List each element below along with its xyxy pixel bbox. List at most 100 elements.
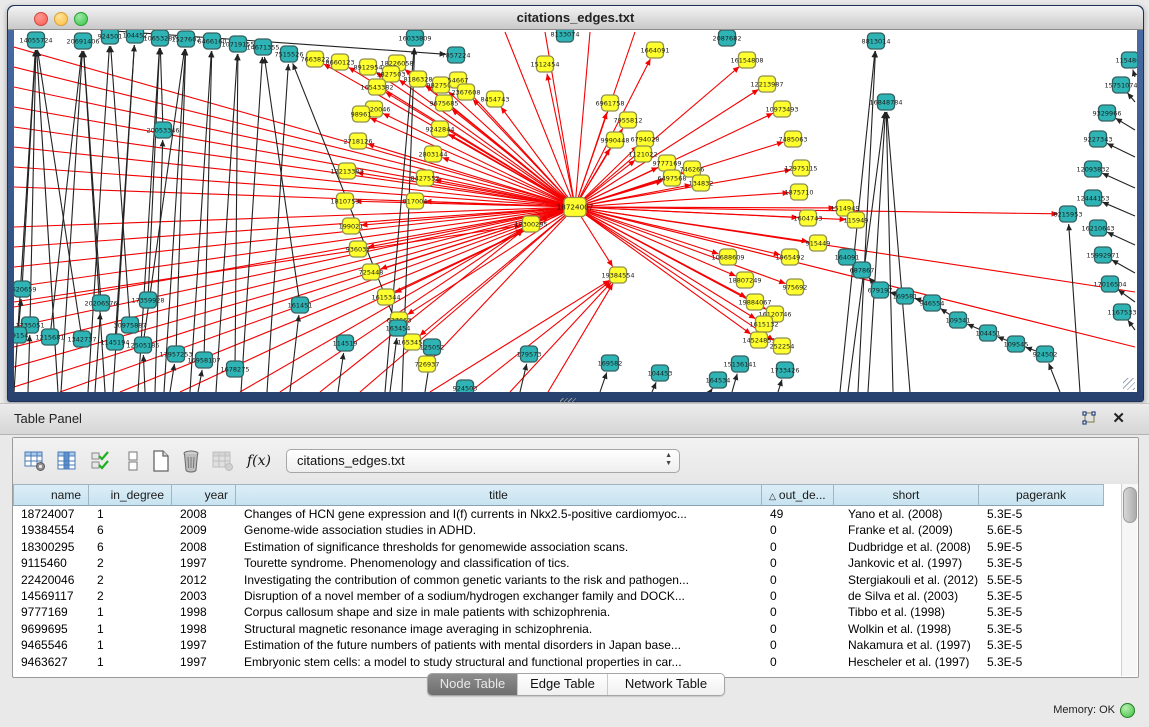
table-cell-short[interactable]: Stergiakouli et al. (2012) xyxy=(834,572,979,588)
table-cell-pagerank[interactable]: 5.9E-5 xyxy=(979,539,1104,555)
table-cell-title[interactable]: Disruption of a novel member of a sodium… xyxy=(236,588,762,604)
table-row[interactable]: 2242004622012Investigating the contribut… xyxy=(13,572,1122,588)
table-cell-title[interactable]: Genome-wide association studies in ADHD. xyxy=(236,522,762,538)
table-cell-short[interactable]: Dudbridge et al. (2008) xyxy=(834,539,979,555)
table-row[interactable]: 1872400712008Changes of HCN gene express… xyxy=(13,506,1122,522)
table-cell-year[interactable]: 2008 xyxy=(172,506,236,522)
table-cell-out_de[interactable]: 0 xyxy=(762,572,834,588)
tab-network-table[interactable]: Network Table xyxy=(608,674,724,695)
table-cell-in_degree[interactable]: 1 xyxy=(89,506,172,522)
table-cell-pagerank[interactable]: 5.3E-5 xyxy=(979,654,1104,670)
table-cell-in_degree[interactable]: 1 xyxy=(89,621,172,637)
table-vertical-scrollbar[interactable] xyxy=(1121,484,1137,676)
delete-table-icon[interactable] xyxy=(209,447,237,475)
column-header-out_de[interactable]: △out_de... xyxy=(762,484,834,506)
table-cell-out_de[interactable]: 0 xyxy=(762,637,834,653)
tab-edge-table[interactable]: Edge Table xyxy=(518,674,608,695)
table-cell-name[interactable]: 9699695 xyxy=(13,621,89,637)
table-row[interactable]: 1456911722003Disruption of a novel membe… xyxy=(13,588,1122,604)
table-cell-short[interactable]: Jankovic et al. (1997) xyxy=(834,555,979,571)
table-cell-name[interactable]: 9465546 xyxy=(13,637,89,653)
table-cell-pagerank[interactable]: 5.3E-5 xyxy=(979,506,1104,522)
table-cell-title[interactable]: Tourette syndrome. Phenomenology and cla… xyxy=(236,555,762,571)
table-cell-out_de[interactable]: 0 xyxy=(762,588,834,604)
table-row[interactable]: 946554611997Estimation of the future num… xyxy=(13,637,1122,653)
table-cell-out_de[interactable]: 0 xyxy=(762,522,834,538)
table-cell-in_degree[interactable]: 1 xyxy=(89,654,172,670)
table-cell-short[interactable]: Tibbo et al. (1998) xyxy=(834,604,979,620)
table-cell-title[interactable]: Corpus callosum shape and size in male p… xyxy=(236,604,762,620)
table-cell-year[interactable]: 1997 xyxy=(172,637,236,653)
table-cell-name[interactable]: 19384554 xyxy=(13,522,89,538)
table-cell-name[interactable]: 9777169 xyxy=(13,604,89,620)
table-cell-name[interactable]: 18724007 xyxy=(13,506,89,522)
table-cell-short[interactable]: Franke et al. (2009) xyxy=(834,522,979,538)
table-cell-year[interactable]: 2009 xyxy=(172,522,236,538)
table-cell-in_degree[interactable]: 2 xyxy=(89,588,172,604)
table-cell-in_degree[interactable]: 2 xyxy=(89,572,172,588)
table-cell-year[interactable]: 1998 xyxy=(172,604,236,620)
table-cell-in_degree[interactable]: 6 xyxy=(89,522,172,538)
table-cell-name[interactable]: 9115460 xyxy=(13,555,89,571)
table-cell-short[interactable]: de Silva et al. (2003) xyxy=(834,588,979,604)
table-columns-icon[interactable] xyxy=(53,447,81,475)
table-cell-out_de[interactable]: 49 xyxy=(762,506,834,522)
table-cell-title[interactable]: Structural magnetic resonance image aver… xyxy=(236,621,762,637)
table-cell-year[interactable]: 1997 xyxy=(172,555,236,571)
table-cell-out_de[interactable]: 0 xyxy=(762,539,834,555)
table-cell-short[interactable]: Nakamura et al. (1997) xyxy=(834,637,979,653)
table-cell-out_de[interactable]: 0 xyxy=(762,621,834,637)
table-cell-year[interactable]: 2012 xyxy=(172,572,236,588)
table-cell-pagerank[interactable]: 5.6E-5 xyxy=(979,522,1104,538)
select-rows-icon[interactable] xyxy=(87,447,115,475)
table-cell-in_degree[interactable]: 6 xyxy=(89,539,172,555)
table-row[interactable]: 1830029562008Estimation of significance … xyxy=(13,539,1122,555)
table-cell-name[interactable]: 14569117 xyxy=(13,588,89,604)
new-document-icon[interactable] xyxy=(147,447,175,475)
column-header-title[interactable]: title xyxy=(236,484,762,506)
column-header-pagerank[interactable]: pagerank xyxy=(979,484,1104,506)
close-panel-icon[interactable]: ✕ xyxy=(1112,409,1125,427)
table-cell-in_degree[interactable]: 1 xyxy=(89,637,172,653)
table-cell-pagerank[interactable]: 5.5E-5 xyxy=(979,572,1104,588)
table-select-dropdown[interactable]: citations_edges.txt ▲▼ xyxy=(286,449,680,473)
network-canvas[interactable]: 1872400786601238912954182260589827503818… xyxy=(14,30,1137,392)
column-header-name[interactable]: name xyxy=(13,484,89,506)
table-cell-out_de[interactable]: 0 xyxy=(762,654,834,670)
table-cell-name[interactable]: 22420046 xyxy=(13,572,89,588)
table-cell-title[interactable]: Investigating the contribution of common… xyxy=(236,572,762,588)
table-cell-short[interactable]: Wolkin et al. (1998) xyxy=(834,621,979,637)
table-cell-in_degree[interactable]: 2 xyxy=(89,555,172,571)
table-cell-name[interactable]: 18300295 xyxy=(13,539,89,555)
table-cell-pagerank[interactable]: 5.3E-5 xyxy=(979,637,1104,653)
table-cell-out_de[interactable]: 0 xyxy=(762,604,834,620)
table-cell-year[interactable]: 1998 xyxy=(172,621,236,637)
table-row[interactable]: 946362711997Embryonic stem cells: a mode… xyxy=(13,654,1122,670)
canvas-resize-grip[interactable] xyxy=(1123,378,1135,390)
table-row[interactable]: 1938455462009Genome-wide association stu… xyxy=(13,522,1122,538)
table-cell-year[interactable]: 2008 xyxy=(172,539,236,555)
column-header-in_degree[interactable]: in_degree xyxy=(89,484,172,506)
table-cell-pagerank[interactable]: 5.3E-5 xyxy=(979,604,1104,620)
window-titlebar[interactable]: citations_edges.txt xyxy=(8,6,1143,30)
table-cell-pagerank[interactable]: 5.3E-5 xyxy=(979,621,1104,637)
tab-node-table[interactable]: Node Table xyxy=(428,674,518,695)
float-panel-icon[interactable] xyxy=(1081,411,1097,427)
table-cell-title[interactable]: Embryonic stem cells: a model to study s… xyxy=(236,654,762,670)
table-row[interactable]: 969969511998Structural magnetic resonanc… xyxy=(13,621,1122,637)
column-header-short[interactable]: short xyxy=(834,484,979,506)
table-cell-title[interactable]: Estimation of significance thresholds fo… xyxy=(236,539,762,555)
table-settings-icon[interactable] xyxy=(21,447,49,475)
table-cell-pagerank[interactable]: 5.3E-5 xyxy=(979,588,1104,604)
table-cell-name[interactable]: 9463627 xyxy=(13,654,89,670)
table-cell-short[interactable]: Yano et al. (2008) xyxy=(834,506,979,522)
table-cell-short[interactable]: Hescheler et al. (1997) xyxy=(834,654,979,670)
scrollbar-thumb[interactable] xyxy=(1123,487,1137,523)
delete-icon[interactable] xyxy=(177,447,205,475)
merge-cells-icon[interactable] xyxy=(119,447,147,475)
table-cell-year[interactable]: 2003 xyxy=(172,588,236,604)
table-cell-title[interactable]: Estimation of the future numbers of pati… xyxy=(236,637,762,653)
column-header-year[interactable]: year xyxy=(172,484,236,506)
table-cell-in_degree[interactable]: 1 xyxy=(89,604,172,620)
table-cell-year[interactable]: 1997 xyxy=(172,654,236,670)
